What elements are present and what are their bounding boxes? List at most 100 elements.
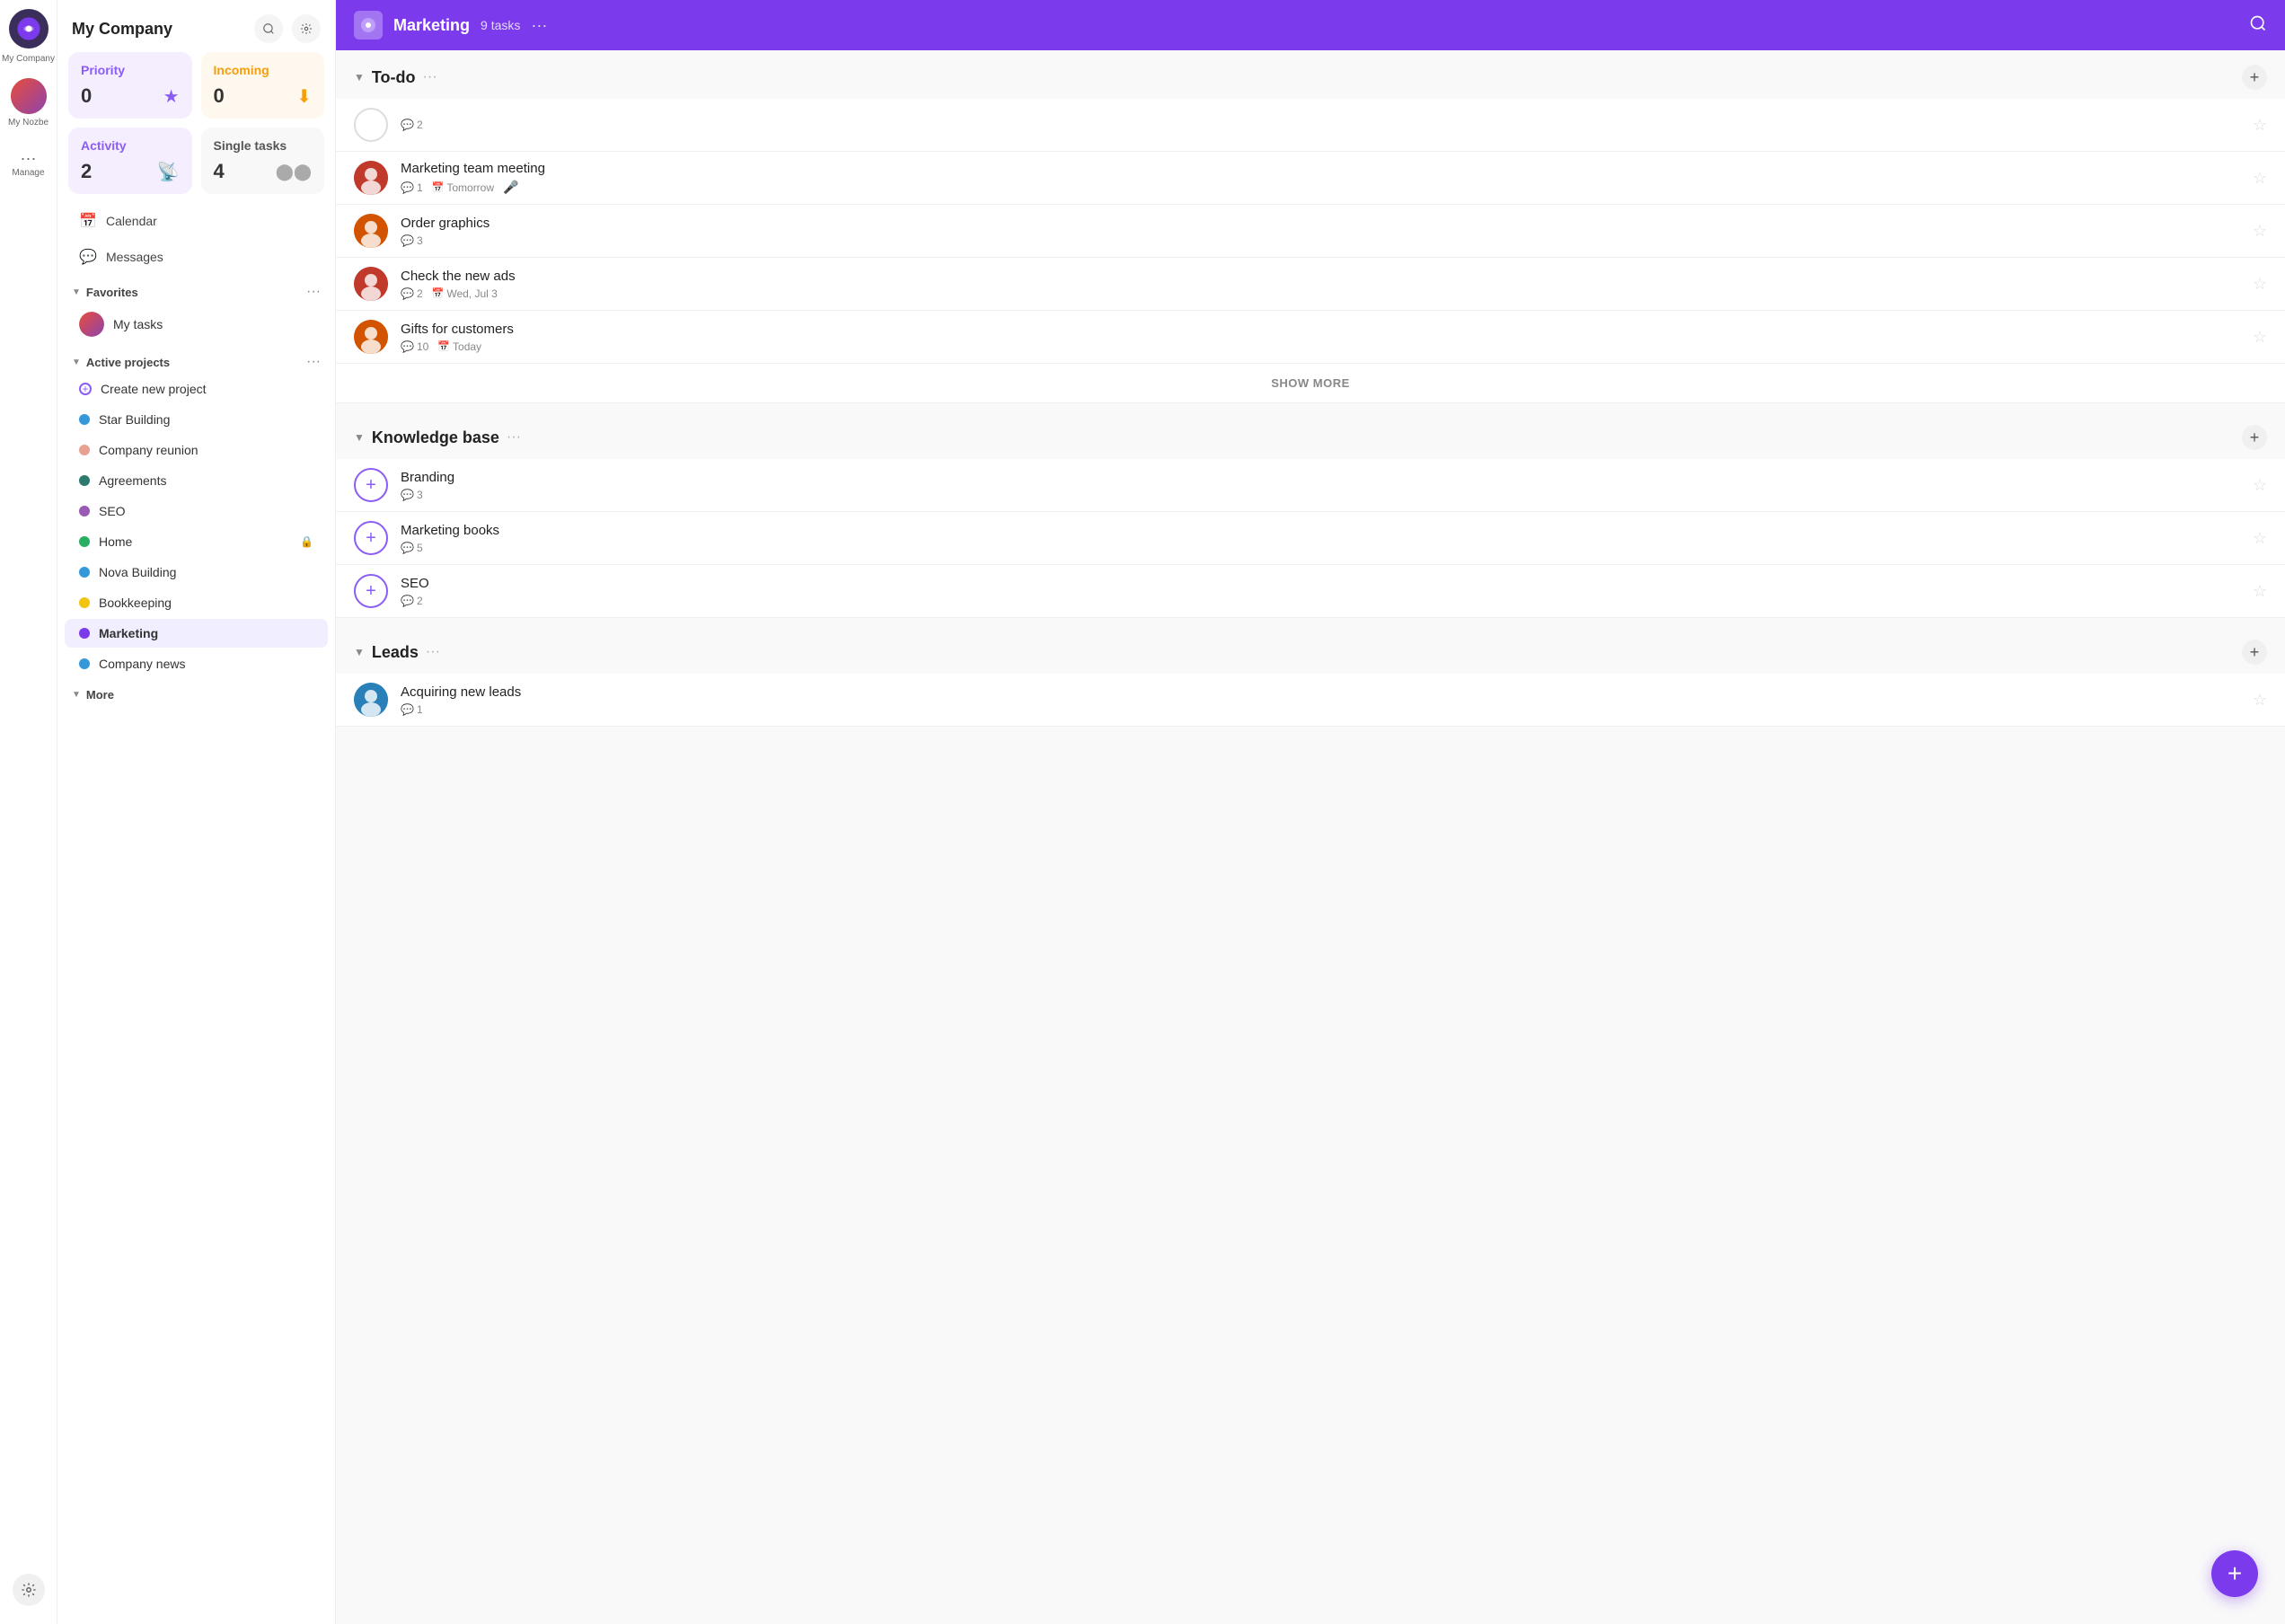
task-star-icon[interactable]: ☆ [2253,169,2267,188]
app-logo[interactable] [9,9,49,49]
task-title: Order graphics [401,216,2240,231]
show-more-button[interactable]: SHOW MORE [336,364,2285,403]
task-title: Check the new ads [401,269,2240,284]
task-date: 📅 Tomorrow [432,181,494,194]
task-avatar-person [354,161,388,195]
task-star-icon[interactable]: ☆ [2253,476,2267,495]
task-info: Order graphics 💬 3 [401,216,2240,247]
task-star-icon[interactable]: ☆ [2253,691,2267,710]
task-star-icon[interactable]: ☆ [2253,582,2267,601]
comment-icon: 💬 [401,287,414,300]
task-comment-count: 💬 1 [401,181,423,194]
task-info: Check the new ads 💬 2 📅 Wed, Jul 3 [401,269,2240,300]
task-star-icon[interactable]: ☆ [2253,222,2267,241]
task-star-icon[interactable]: ☆ [2253,116,2267,135]
leads-more-icon[interactable]: ··· [426,644,440,660]
task-star-icon[interactable]: ☆ [2253,275,2267,294]
bookkeeping-dot [79,597,90,608]
task-star-icon[interactable]: ☆ [2253,328,2267,347]
task-item[interactable]: 💬 2 ☆ [336,99,2285,152]
knowledge-base-add-button[interactable]: + [2242,425,2267,450]
sidebar-item-bookkeeping[interactable]: Bookkeeping [65,588,328,617]
sidebar-search-button[interactable] [254,14,283,43]
main-header-search-icon[interactable] [2249,14,2267,37]
company-reunion-label: Company reunion [99,443,313,457]
leads-chevron-icon[interactable]: ▼ [354,646,365,658]
task-info: Marketing team meeting 💬 1 📅 Tomorrow 🎤 [401,161,2240,195]
task-meta: 💬 10 📅 Today [401,340,2240,353]
manage-button[interactable]: ··· Manage [12,149,44,178]
knowledge-base-section-title: Knowledge base [372,428,499,447]
star-building-dot [79,414,90,425]
active-projects-section-header[interactable]: ▼ Active projects ··· [57,345,335,374]
sidebar-item-company-news[interactable]: Company news [65,649,328,678]
my-nozbe-label: My Nozbe [8,118,49,128]
comment-icon: 💬 [401,340,414,353]
task-item[interactable]: + Marketing books 💬 5 ☆ [336,512,2285,565]
single-tasks-dots-icon: ⬤⬤ [276,163,312,181]
task-item[interactable]: + Branding 💬 3 ☆ [336,459,2285,512]
todo-section-left: ▼ To-do ··· [354,68,437,87]
task-info: Branding 💬 3 [401,470,2240,501]
more-section-header[interactable]: ▼ More [57,679,335,705]
settings-icon[interactable] [13,1574,45,1606]
task-title: Marketing books [401,523,2240,538]
avatar-image [11,78,47,114]
todo-add-button[interactable]: + [2242,65,2267,90]
sidebar-settings-button[interactable] [292,14,321,43]
calendar-label: Calendar [106,214,157,228]
comment-icon: 💬 [401,181,414,194]
sidebar-item-my-tasks[interactable]: My tasks [65,304,328,344]
task-meta: 💬 2 📅 Wed, Jul 3 [401,287,2240,300]
knowledge-base-section-header: ▼ Knowledge base ··· + [336,410,2285,459]
user-avatar[interactable] [11,78,47,114]
sidebar-item-create-project[interactable]: + Create new project [65,375,328,403]
priority-star-icon: ★ [163,85,180,108]
activity-card[interactable]: Activity 2 📡 [68,128,192,194]
sidebar: My Company Priority 0 ★ Incoming 0 ⬇ [57,0,336,1624]
task-meta: 💬 1 📅 Tomorrow 🎤 [401,180,2240,195]
main-header-more-icon[interactable]: ··· [531,16,547,35]
task-item[interactable]: + SEO 💬 2 ☆ [336,565,2285,618]
todo-more-icon[interactable]: ··· [423,69,437,85]
sidebar-item-nova-building[interactable]: Nova Building [65,558,328,587]
leads-section: ▼ Leads ··· + Acquiring new leads 💬 1 [336,625,2285,727]
sidebar-item-agreements[interactable]: Agreements [65,466,328,495]
knowledge-base-more-icon[interactable]: ··· [507,429,521,446]
fab-add-button[interactable]: + [2211,1550,2258,1597]
single-tasks-card[interactable]: Single tasks 4 ⬤⬤ [201,128,325,194]
task-item[interactable]: Check the new ads 💬 2 📅 Wed, Jul 3 ☆ [336,258,2285,311]
priority-card-title: Priority [81,63,180,77]
leads-add-button[interactable]: + [2242,640,2267,665]
sidebar-item-messages[interactable]: 💬 Messages [65,240,328,274]
active-projects-more-icon[interactable]: ··· [306,354,321,370]
favorites-more-icon[interactable]: ··· [306,284,321,300]
todo-chevron-icon[interactable]: ▼ [354,71,365,84]
activity-card-title: Activity [81,138,180,153]
task-item[interactable]: Gifts for customers 💬 10 📅 Today ☆ [336,311,2285,364]
sidebar-item-home[interactable]: Home 🔒 [65,527,328,556]
task-item[interactable]: Order graphics 💬 3 ☆ [336,205,2285,258]
sidebar-item-calendar[interactable]: 📅 Calendar [65,204,328,238]
task-item[interactable]: Acquiring new leads 💬 1 ☆ [336,674,2285,727]
leads-section-header: ▼ Leads ··· + [336,625,2285,674]
priority-card[interactable]: Priority 0 ★ [68,52,192,119]
sidebar-item-company-reunion[interactable]: Company reunion [65,436,328,464]
favorites-header-left: ▼ Favorites [72,286,138,299]
task-info: SEO 💬 2 [401,576,2240,607]
company-reunion-dot [79,445,90,455]
incoming-tray-icon: ⬇ [296,85,312,108]
task-star-icon[interactable]: ☆ [2253,529,2267,548]
favorites-section-header[interactable]: ▼ Favorites ··· [57,275,335,304]
knowledge-base-chevron-icon[interactable]: ▼ [354,431,365,444]
task-item[interactable]: Marketing team meeting 💬 1 📅 Tomorrow 🎤 [336,152,2285,205]
sidebar-item-star-building[interactable]: Star Building [65,405,328,434]
incoming-card[interactable]: Incoming 0 ⬇ [201,52,325,119]
calendar-icon: 📅 [79,212,97,230]
main-header-logo [354,11,383,40]
task-comment-count: 💬 2 [401,595,423,607]
knowledge-base-section: ▼ Knowledge base ··· + + Branding 💬 3 [336,410,2285,618]
sidebar-item-seo[interactable]: SEO [65,497,328,525]
sidebar-item-marketing[interactable]: Marketing [65,619,328,648]
company-news-dot [79,658,90,669]
